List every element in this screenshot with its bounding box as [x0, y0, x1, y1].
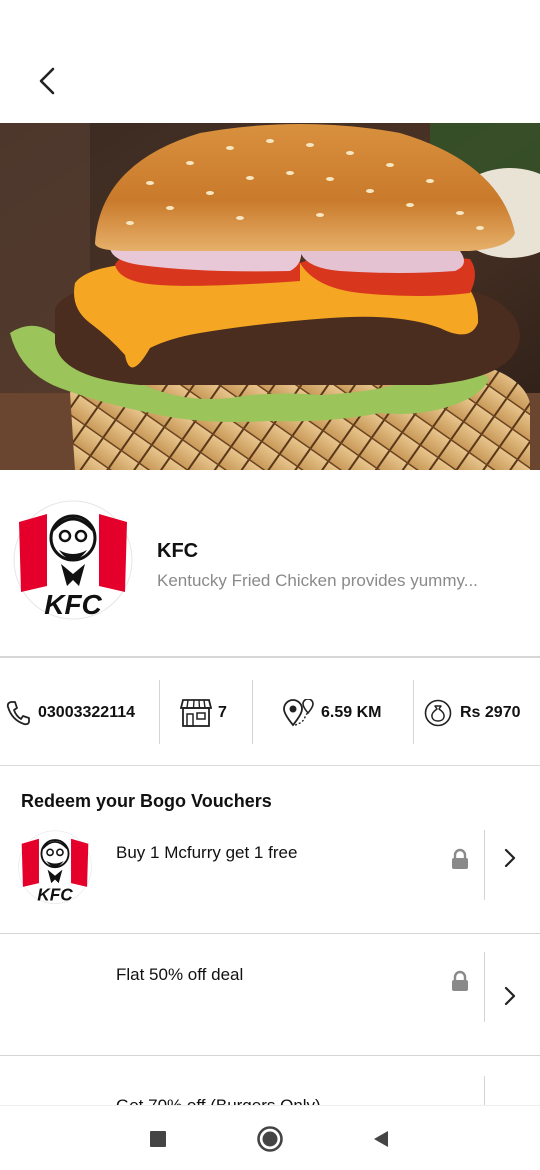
- outlets-stat: 7: [180, 659, 227, 766]
- stat-divider: [159, 680, 160, 744]
- voucher-label: Buy 1 Mcfurry get 1 free: [116, 843, 298, 862]
- distance-value: 6.59 KM: [321, 703, 382, 721]
- money-bag-icon: [424, 699, 452, 726]
- hero-burger-image: [0, 123, 540, 470]
- voucher-item[interactable]: Flat 50% off deal: [0, 936, 540, 1056]
- home-circle-icon: [257, 1126, 283, 1152]
- restaurant-info: KFC: [0, 470, 540, 658]
- kfc-logo-text: KFC: [37, 884, 73, 904]
- stats-row: 03003322114 7 6.59 KM Rs 2970: [0, 659, 540, 766]
- recents-button[interactable]: [143, 1124, 173, 1154]
- voucher-label: Flat 50% off deal: [116, 965, 244, 984]
- back-triangle-icon: [374, 1131, 388, 1147]
- kfc-logo: KFC: [18, 830, 92, 904]
- lock-icon: [452, 970, 468, 991]
- restaurant-name: KFC: [157, 540, 199, 562]
- stat-divider: [252, 680, 253, 744]
- vouchers-section-title: Redeem your Bogo Vouchers: [21, 791, 272, 811]
- chevron-right-icon[interactable]: [500, 846, 520, 870]
- home-button[interactable]: [255, 1124, 285, 1154]
- outlets-count: 7: [218, 703, 227, 721]
- voucher-divider: [484, 830, 485, 900]
- store-icon: [180, 698, 212, 727]
- kfc-logo: KFC: [13, 500, 133, 620]
- back-button[interactable]: [28, 62, 66, 100]
- restaurant-description: Kentucky Fried Chicken provides yummy...: [157, 571, 478, 590]
- chevron-left-icon: [39, 67, 55, 95]
- phone-icon: [6, 700, 30, 725]
- phone-stat[interactable]: 03003322114: [6, 659, 135, 766]
- voucher-divider: [484, 952, 485, 1022]
- phone-number: 03003322114: [38, 703, 135, 721]
- voucher-item[interactable]: KFC Buy 1 Mcfurry get 1 free: [0, 814, 540, 934]
- distance-stat: 6.59 KM: [283, 659, 381, 766]
- map-pin-icon: [283, 698, 314, 726]
- square-icon: [150, 1131, 166, 1147]
- system-nav-bar: [0, 1105, 540, 1170]
- chevron-right-icon[interactable]: [500, 984, 520, 1008]
- top-bar: [0, 0, 540, 123]
- kfc-logo-text: KFC: [44, 589, 102, 620]
- price-stat: Rs 2970: [424, 659, 521, 766]
- price-value: Rs 2970: [460, 703, 521, 721]
- system-back-button[interactable]: [366, 1124, 396, 1154]
- stat-divider: [413, 680, 414, 744]
- lock-icon: [452, 848, 468, 869]
